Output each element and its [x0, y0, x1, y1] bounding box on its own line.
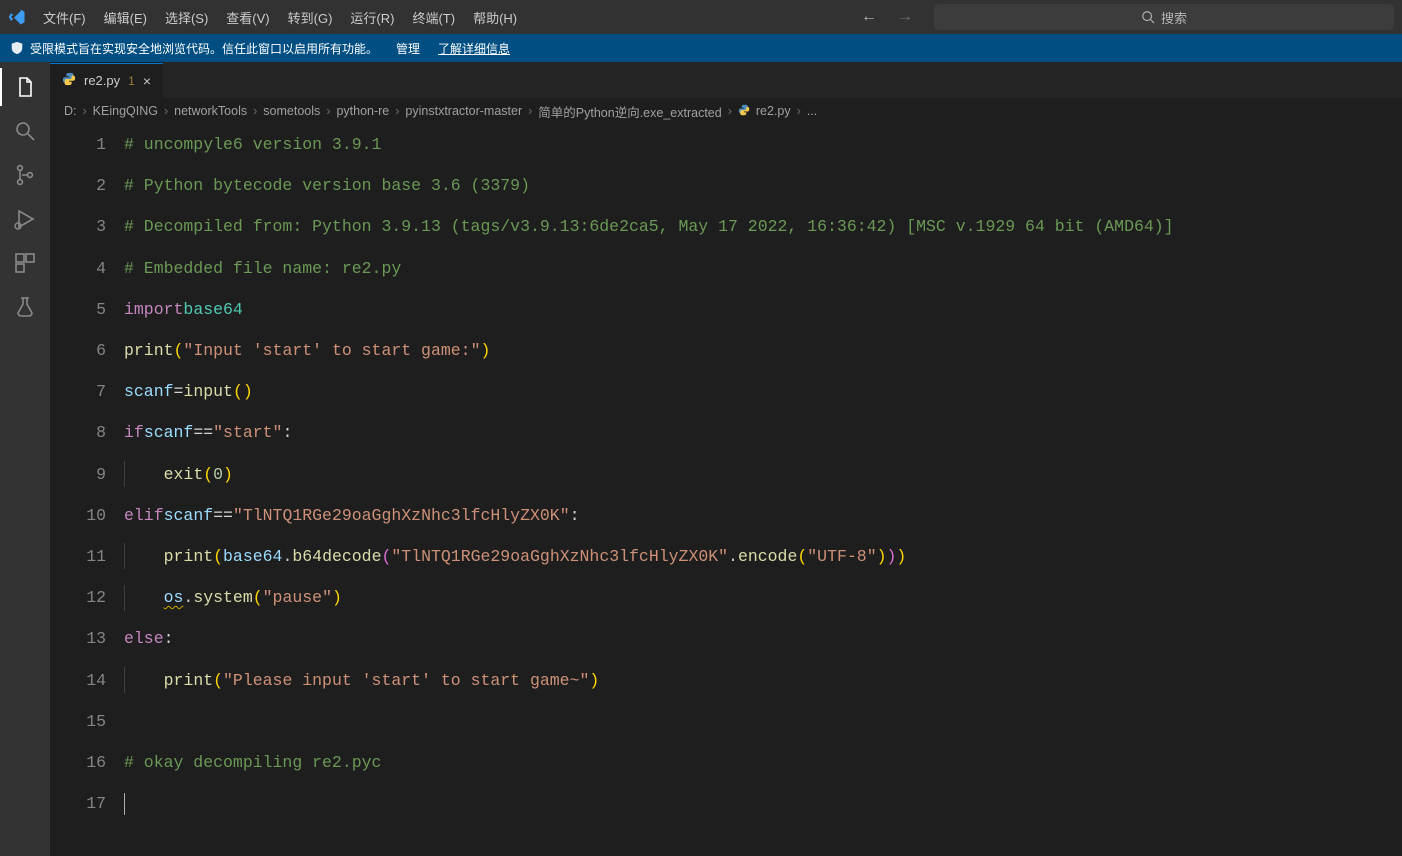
- close-icon[interactable]: ×: [143, 74, 151, 88]
- learn-more-link[interactable]: 了解详细信息: [438, 40, 510, 57]
- breadcrumb-segment[interactable]: 简单的Python逆向.exe_extracted: [538, 102, 721, 121]
- menu-item[interactable]: 文件(F): [34, 0, 95, 34]
- restricted-mode-text: 受限模式旨在实现安全地浏览代码。信任此窗口以启用所有功能。: [30, 40, 378, 57]
- nav-back-icon[interactable]: ←: [858, 6, 880, 28]
- code-line[interactable]: # Python bytecode version base 3.6 (3379…: [124, 165, 1402, 206]
- code-line[interactable]: if scanf == "start":: [124, 412, 1402, 453]
- menu-item[interactable]: 编辑(E): [95, 0, 156, 34]
- python-file-icon: [738, 104, 750, 119]
- menu-item[interactable]: 终端(T): [403, 0, 464, 34]
- menu-item[interactable]: 运行(R): [341, 0, 403, 34]
- activity-bar: [0, 62, 50, 856]
- code-line[interactable]: import base64: [124, 289, 1402, 330]
- search-placeholder: 搜索: [1161, 8, 1187, 27]
- code-line[interactable]: print(base64.b64decode("TlNTQ1RGe29oaGgh…: [124, 536, 1402, 577]
- shield-icon: [10, 41, 24, 55]
- vscode-logo-icon: [0, 8, 34, 26]
- menu-item[interactable]: 帮助(H): [464, 0, 526, 34]
- line-number-gutter: 1234567891011121314151617: [50, 124, 124, 856]
- breadcrumb-segment[interactable]: ...: [807, 104, 817, 118]
- command-center-search[interactable]: 搜索: [934, 4, 1394, 30]
- menu-item[interactable]: 转到(G): [279, 0, 342, 34]
- restricted-mode-bar: 受限模式旨在实现安全地浏览代码。信任此窗口以启用所有功能。 管理 了解详细信息: [0, 34, 1402, 62]
- testing-icon[interactable]: [12, 294, 38, 320]
- tab-bar: re2.py 1 ×: [50, 62, 1402, 98]
- tab-filename: re2.py: [84, 73, 120, 88]
- breadcrumb-segment[interactable]: KEingQING: [93, 104, 158, 118]
- menubar: 文件(F)编辑(E)选择(S)查看(V)转到(G)运行(R)终端(T)帮助(H)…: [0, 0, 1402, 34]
- code-line[interactable]: # Embedded file name: re2.py: [124, 248, 1402, 289]
- code-line[interactable]: scanf = input(): [124, 371, 1402, 412]
- code-line[interactable]: elif scanf == "TlNTQ1RGe29oaGghXzNhc3lfc…: [124, 495, 1402, 536]
- code-line[interactable]: exit(0): [124, 454, 1402, 495]
- menu-item[interactable]: 查看(V): [217, 0, 278, 34]
- code-line[interactable]: print("Please input 'start' to start gam…: [124, 659, 1402, 700]
- nav-forward-icon[interactable]: →: [894, 6, 916, 28]
- history-nav: ← →: [858, 6, 916, 28]
- code-line[interactable]: # okay decompiling re2.pyc: [124, 742, 1402, 783]
- breadcrumb-segment[interactable]: networkTools: [174, 104, 247, 118]
- python-file-icon: [62, 72, 76, 89]
- breadcrumb[interactable]: D:›KEingQING›networkTools›sometools›pyth…: [50, 98, 1402, 124]
- explorer-icon[interactable]: [12, 74, 38, 100]
- run-debug-icon[interactable]: [12, 206, 38, 232]
- manage-link[interactable]: 管理: [396, 40, 420, 57]
- menu-item[interactable]: 选择(S): [156, 0, 217, 34]
- breadcrumb-segment[interactable]: python-re: [336, 104, 389, 118]
- breadcrumb-segment[interactable]: re2.py: [738, 104, 791, 119]
- code-line[interactable]: else:: [124, 618, 1402, 659]
- breadcrumb-segment[interactable]: pyinstxtractor-master: [405, 104, 522, 118]
- extensions-icon[interactable]: [12, 250, 38, 276]
- code-line[interactable]: os.system("pause"): [124, 577, 1402, 618]
- app-root: 文件(F)编辑(E)选择(S)查看(V)转到(G)运行(R)终端(T)帮助(H)…: [0, 0, 1402, 856]
- tab-problem-badge: 1: [128, 74, 135, 88]
- source-control-icon[interactable]: [12, 162, 38, 188]
- breadcrumb-segment[interactable]: sometools: [263, 104, 320, 118]
- editor[interactable]: 1234567891011121314151617 # uncompyle6 v…: [50, 124, 1402, 856]
- breadcrumb-segment[interactable]: D:: [64, 104, 77, 118]
- code-line[interactable]: [124, 783, 1402, 824]
- code-line[interactable]: # Decompiled from: Python 3.9.13 (tags/v…: [124, 206, 1402, 247]
- search-icon: [1141, 10, 1155, 24]
- search-sidebar-icon[interactable]: [12, 118, 38, 144]
- code-line[interactable]: [124, 701, 1402, 742]
- code-line[interactable]: # uncompyle6 version 3.9.1: [124, 124, 1402, 165]
- tab-re2-py[interactable]: re2.py 1 ×: [50, 62, 163, 98]
- code-area[interactable]: # uncompyle6 version 3.9.1# Python bytec…: [124, 124, 1402, 856]
- menu-items: 文件(F)编辑(E)选择(S)查看(V)转到(G)运行(R)终端(T)帮助(H): [34, 0, 526, 34]
- code-line[interactable]: print("Input 'start' to start game:"): [124, 330, 1402, 371]
